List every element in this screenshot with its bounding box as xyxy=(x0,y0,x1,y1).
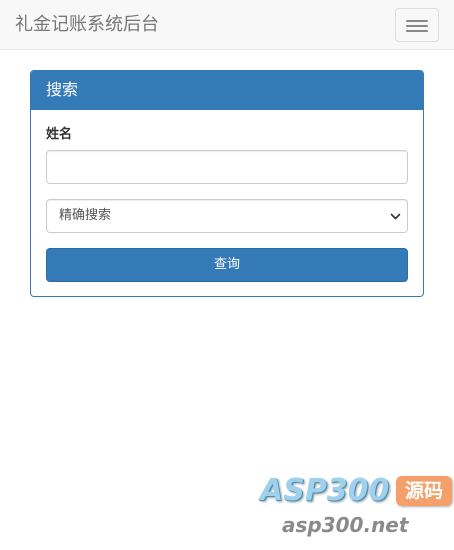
panel-heading: 搜索 xyxy=(31,71,423,110)
search-panel: 搜索 姓名 精确搜索 查询 xyxy=(30,70,424,297)
name-input[interactable] xyxy=(46,150,408,184)
top-navbar: 礼金记账系统后台 xyxy=(0,0,454,50)
panel-title: 搜索 xyxy=(46,80,79,99)
hamburger-menu-icon xyxy=(406,30,428,32)
match-mode-select[interactable]: 精确搜索 xyxy=(46,199,408,233)
watermark-domain: asp300.net xyxy=(282,513,409,537)
chevron-down-icon xyxy=(390,213,401,220)
hamburger-menu-icon xyxy=(406,20,428,22)
asp300-watermark-logo: ASP300 源码 asp300.net xyxy=(258,472,454,542)
name-label: 姓名 xyxy=(46,127,73,142)
watermark-logo-text: ASP300 xyxy=(260,473,390,508)
app-brand[interactable]: 礼金记账系统后台 xyxy=(15,14,159,36)
navbar-toggle-button[interactable] xyxy=(395,8,439,42)
watermark-badge: 源码 xyxy=(396,476,452,506)
match-mode-selected-value: 精确搜索 xyxy=(59,208,112,223)
hamburger-menu-icon xyxy=(406,25,428,27)
query-button[interactable]: 查询 xyxy=(46,248,408,282)
